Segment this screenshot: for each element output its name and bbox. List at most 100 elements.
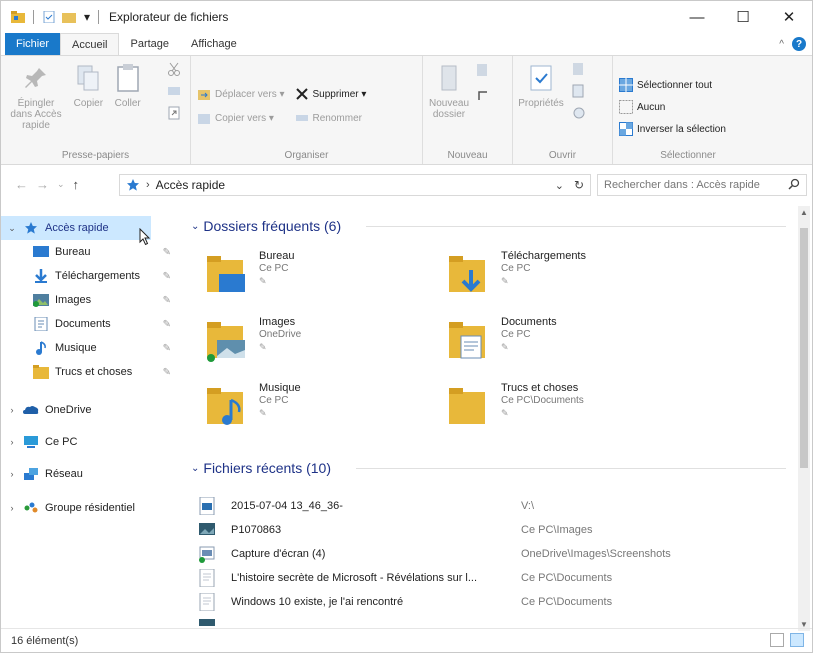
- select-none-button[interactable]: Aucun: [619, 96, 757, 118]
- minimize-button[interactable]: —: [674, 1, 720, 33]
- refresh-icon[interactable]: ↻: [574, 178, 584, 192]
- folder-tile-telechargements[interactable]: Téléchargements Ce PC ✎: [435, 248, 665, 304]
- address-bar[interactable]: › Accès rapide ⌄ ↻: [119, 174, 591, 196]
- breadcrumb-quick-access[interactable]: Accès rapide: [156, 178, 225, 192]
- new-group-label: Nouveau: [447, 150, 488, 161]
- cut-icon[interactable]: [167, 62, 181, 76]
- sidebar-item-groupe-residentiel[interactable]: › Groupe résidentiel: [1, 496, 185, 520]
- collapse-ribbon-icon[interactable]: ^: [779, 39, 784, 50]
- sidebar-item-trucs-et-choses[interactable]: Trucs et choses ✎: [1, 360, 185, 384]
- expand-chevron-icon[interactable]: ⌄: [5, 223, 19, 234]
- expand-chevron-icon[interactable]: ›: [5, 503, 19, 513]
- sidebar-item-musique[interactable]: Musique ✎: [1, 336, 185, 360]
- address-dropdown-icon[interactable]: ⌄: [555, 179, 564, 192]
- new-item-icon[interactable]: [475, 62, 493, 78]
- new-folder-button[interactable]: Nouveau dossier: [429, 62, 469, 120]
- move-to-button[interactable]: Déplacer vers ▾: [197, 82, 285, 106]
- tab-file[interactable]: Fichier: [5, 33, 61, 55]
- scrollbar-thumb[interactable]: [800, 228, 808, 468]
- folder-tile-documents[interactable]: Documents Ce PC ✎: [435, 314, 665, 370]
- expand-chevron-icon[interactable]: ›: [5, 469, 19, 479]
- sidebar-label: OneDrive: [45, 404, 92, 416]
- expand-chevron-icon[interactable]: ›: [5, 437, 19, 447]
- tab-share[interactable]: Partage: [119, 33, 180, 55]
- tab-view[interactable]: Affichage: [180, 33, 248, 55]
- edit-icon[interactable]: [571, 84, 587, 98]
- pin-quick-access-button[interactable]: Épingler dans Accès rapide: [7, 62, 65, 131]
- invert-selection-button[interactable]: Inverser la sélection: [619, 118, 757, 140]
- properties-label: Propriétés: [518, 98, 564, 109]
- sidebar-label: Musique: [55, 342, 97, 354]
- rename-button[interactable]: Renommer: [295, 106, 367, 130]
- recent-file-row-partial[interactable]: [199, 614, 797, 626]
- copy-button[interactable]: Copier: [72, 62, 104, 109]
- paste-button[interactable]: Coller: [112, 62, 144, 109]
- organize-group: Déplacer vers ▾ Copier vers ▾ Supprimer …: [191, 56, 423, 164]
- up-icon[interactable]: ↑: [73, 177, 80, 192]
- large-icons-view-icon[interactable]: [790, 633, 804, 647]
- history-icon[interactable]: [571, 106, 587, 120]
- open-icon[interactable]: [571, 62, 587, 76]
- maximize-button[interactable]: ☐: [720, 1, 766, 33]
- sidebar-item-ce-pc[interactable]: › Ce PC: [1, 430, 185, 454]
- properties-quick-icon[interactable]: [42, 11, 56, 23]
- sidebar-label: Réseau: [45, 468, 83, 480]
- back-icon[interactable]: ←: [15, 177, 28, 192]
- sidebar-item-reseau[interactable]: › Réseau: [1, 462, 185, 486]
- sidebar-item-documents[interactable]: Documents ✎: [1, 312, 185, 336]
- folder-location: Ce PC: [259, 395, 289, 406]
- recent-file-name: Capture d'écran (4): [231, 548, 326, 560]
- frequent-folders-header[interactable]: ⌄ Dossiers fréquents (6): [191, 216, 791, 236]
- collapse-chevron-icon[interactable]: ⌄: [191, 221, 199, 232]
- folder-tile-images[interactable]: Images OneDrive ✎: [193, 314, 423, 370]
- recent-file-row[interactable]: Windows 10 existe, je l'ai rencontré Ce …: [199, 590, 797, 614]
- recent-file-row[interactable]: Capture d'écran (4) OneDrive\Images\Scre…: [199, 542, 797, 566]
- new-folder-label: Nouveau dossier: [428, 98, 470, 120]
- details-view-icon[interactable]: [770, 633, 784, 647]
- vertical-scrollbar[interactable]: ▲ ▼: [798, 206, 810, 631]
- copy-to-button[interactable]: Copier vers ▾: [197, 106, 285, 130]
- search-input[interactable]: Rechercher dans : Accès rapide: [597, 174, 807, 196]
- folder-tile-musique[interactable]: Musique Ce PC ✎: [193, 380, 423, 436]
- new-folder-quick-icon[interactable]: [62, 11, 76, 23]
- delete-button[interactable]: Supprimer ▾: [295, 82, 366, 106]
- select-all-icon: [619, 78, 633, 92]
- recent-locations-icon[interactable]: ⌄: [57, 179, 65, 190]
- recent-file-row[interactable]: P1070863 Ce PC\Images: [199, 518, 797, 542]
- folder-tile-bureau[interactable]: Bureau Ce PC ✎: [193, 248, 423, 304]
- close-button[interactable]: ✕: [766, 1, 812, 33]
- scroll-up-icon[interactable]: ▲: [798, 208, 810, 217]
- expand-chevron-icon[interactable]: ›: [5, 405, 19, 415]
- qa-dropdown-icon[interactable]: ▾: [84, 10, 90, 24]
- copy-to-icon: [198, 114, 210, 124]
- collapse-chevron-icon[interactable]: ⌄: [191, 463, 199, 474]
- sidebar-item-quick-access[interactable]: ⌄ Accès rapide: [1, 216, 151, 246]
- sidebar-item-bureau[interactable]: Bureau ✎: [1, 240, 185, 264]
- recent-file-path: OneDrive\Images\Screenshots: [521, 548, 671, 560]
- copy-path-icon[interactable]: [167, 84, 181, 98]
- recent-files-header[interactable]: ⌄ Fichiers récents (10): [191, 458, 791, 478]
- sidebar-label: Documents: [55, 318, 111, 330]
- sidebar-item-images[interactable]: Images ✎: [1, 288, 185, 312]
- music-icon: [36, 341, 46, 355]
- sidebar-item-telechargements[interactable]: Téléchargements ✎: [1, 264, 185, 288]
- recent-file-row[interactable]: 2015-07-04 13_46_36- V:\: [199, 494, 797, 518]
- paste-shortcut-icon[interactable]: [167, 106, 181, 120]
- tab-home[interactable]: Accueil: [60, 33, 120, 55]
- breadcrumb-chevron-icon[interactable]: ›: [146, 179, 150, 191]
- pin-icon: [25, 68, 46, 88]
- folder-icon: [33, 365, 49, 379]
- documents-folder-icon: [449, 322, 485, 359]
- recent-file-row[interactable]: L'histoire secrète de Microsoft - Révéla…: [199, 566, 797, 590]
- folder-tile-trucs-et-choses[interactable]: Trucs et choses Ce PC\Documents ✎: [435, 380, 665, 436]
- sidebar-item-onedrive[interactable]: › OneDrive: [1, 398, 185, 422]
- properties-button[interactable]: Propriétés: [518, 62, 564, 109]
- properties-icon: [530, 65, 552, 91]
- select-all-button[interactable]: Sélectionner tout: [619, 74, 757, 96]
- easy-access-icon[interactable]: [475, 88, 493, 104]
- item-count: 16 élément(s): [11, 634, 79, 647]
- sidebar-label: Téléchargements: [55, 270, 140, 282]
- forward-icon[interactable]: →: [36, 177, 49, 192]
- help-icon[interactable]: ?: [792, 37, 806, 51]
- images-folder-icon: [207, 322, 245, 362]
